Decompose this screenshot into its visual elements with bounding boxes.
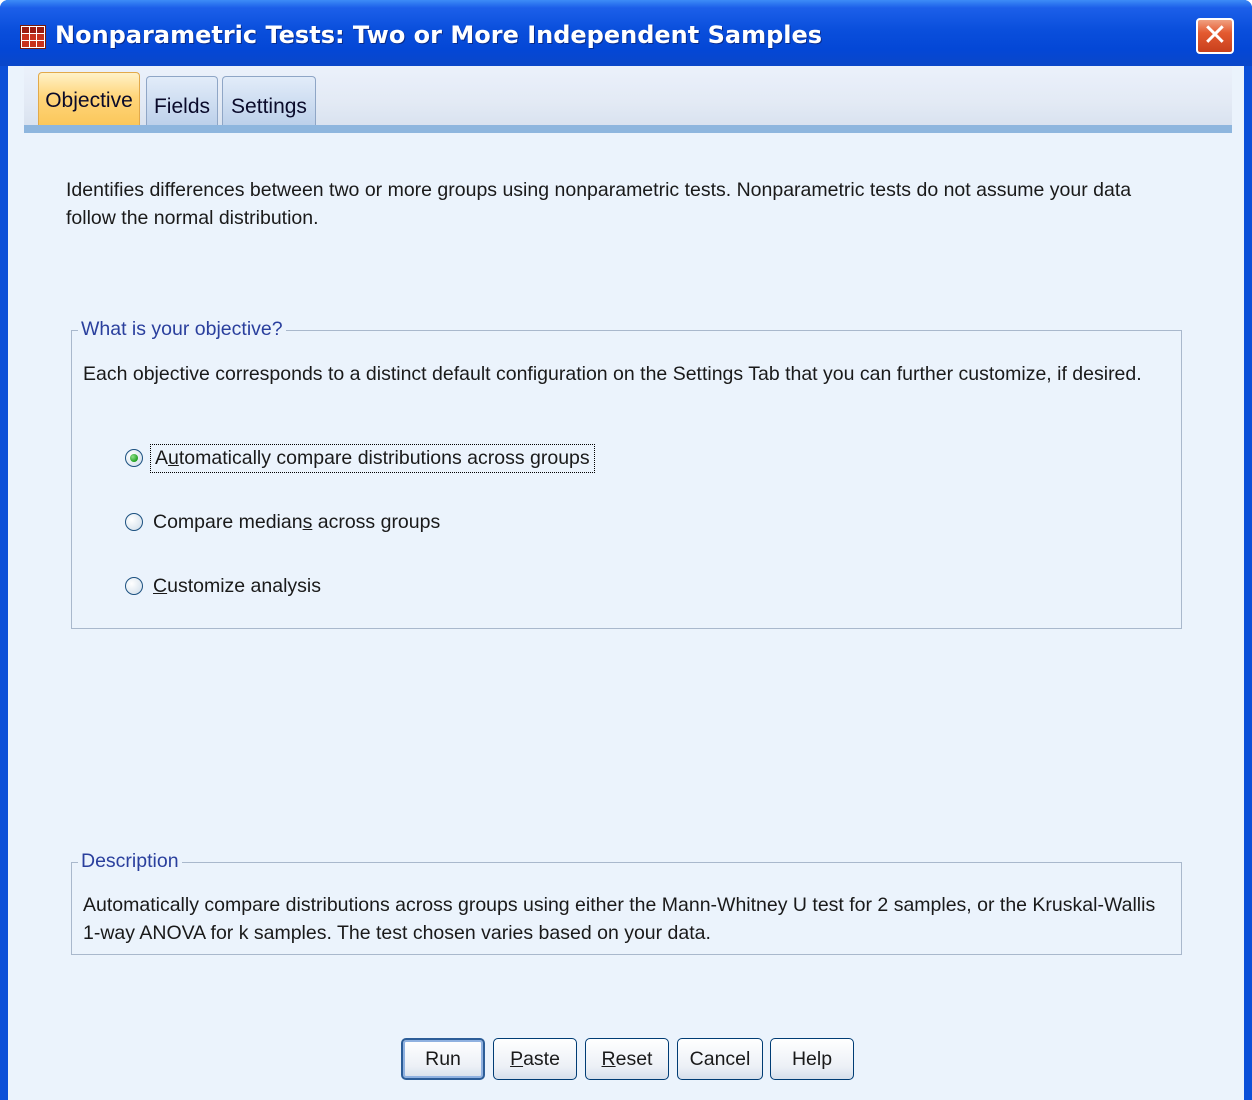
run-button[interactable]: Run — [401, 1038, 485, 1080]
description-text: Automatically compare distributions acro… — [83, 894, 1156, 944]
radio-unselected-icon[interactable] — [125, 513, 143, 531]
intro-text: Identifies differences between two or mo… — [66, 179, 1132, 229]
tab-underline — [24, 125, 1232, 133]
reset-button[interactable]: Reset — [585, 1038, 669, 1080]
tab-settings[interactable]: Settings — [222, 76, 316, 126]
radio-auto-compare-label[interactable]: Automatically compare distributions acro… — [150, 443, 595, 473]
description-legend: Description — [78, 850, 182, 873]
radio-option-auto-compare[interactable]: Automatically compare distributions acro… — [125, 442, 595, 474]
radio-compare-medians-label[interactable]: Compare medians across groups — [153, 511, 440, 534]
objective-groupbox: What is your objective? Each objective c… — [71, 318, 1182, 629]
radio-option-compare-medians[interactable]: Compare medians across groups — [125, 506, 440, 538]
dialog-window: Nonparametric Tests: Two or More Indepen… — [0, 0, 1252, 1100]
radio-unselected-icon[interactable] — [125, 577, 143, 595]
radio-selected-icon[interactable] — [125, 449, 143, 467]
objective-legend: What is your objective? — [78, 318, 286, 341]
radio-customize-label[interactable]: Customize analysis — [153, 575, 321, 598]
tab-settings-label: Settings — [231, 95, 307, 118]
objective-help-text: Each objective corresponds to a distinct… — [83, 363, 1142, 385]
tab-fields[interactable]: Fields — [146, 76, 218, 126]
tab-strip: Objective Fields Settings — [24, 66, 1232, 126]
tab-fields-label: Fields — [153, 95, 211, 118]
cancel-button[interactable]: Cancel — [677, 1038, 763, 1080]
tab-objective-label: Objective — [45, 89, 133, 112]
window-title: Nonparametric Tests: Two or More Indepen… — [55, 21, 823, 49]
paste-button[interactable]: Paste — [493, 1038, 577, 1080]
dialog-client-area: Objective Fields Settings Identifies dif… — [8, 66, 1244, 1100]
close-icon[interactable]: ✕ — [1196, 18, 1234, 54]
help-button[interactable]: Help — [770, 1038, 854, 1080]
description-groupbox: Description Automatically compare distri… — [71, 850, 1182, 955]
tab-objective[interactable]: Objective — [38, 72, 140, 126]
spss-app-icon — [20, 25, 46, 49]
title-bar[interactable]: Nonparametric Tests: Two or More Indepen… — [0, 0, 1252, 66]
radio-option-customize[interactable]: Customize analysis — [125, 570, 321, 602]
button-bar: Run Paste Reset Cancel Help — [8, 1038, 1244, 1080]
